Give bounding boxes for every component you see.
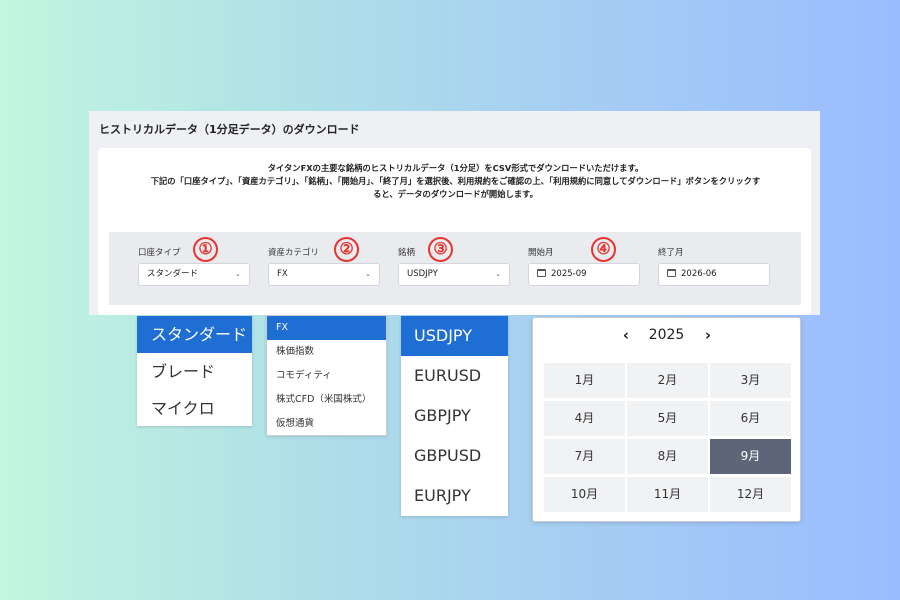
dropdown-option[interactable]: GBPJPY [401, 396, 508, 436]
asset-category-select[interactable]: FX ⌄ [268, 263, 380, 286]
end-month-input[interactable]: 2026-06 [658, 263, 770, 286]
end-month-field: 終了月 2026-06 [658, 247, 770, 286]
dropdown-option[interactable]: スタンダード [137, 316, 252, 353]
asset-category-field: 資産カテゴリ FX ⌄ [268, 247, 380, 286]
step-badge-1: ① [193, 237, 218, 262]
historical-data-panel: ヒストリカルデータ（1分足データ）のダウンロード タイタンFXの主要な銘柄のヒス… [89, 111, 820, 315]
symbol-select[interactable]: USDJPY ⌄ [398, 263, 510, 286]
month-cell-selected[interactable]: 9月 [710, 439, 791, 474]
month-cell[interactable]: 11月 [627, 477, 708, 512]
calendar-icon [667, 269, 676, 277]
end-month-label: 終了月 [658, 248, 684, 258]
month-grid: 1月 2月 3月 4月 5月 6月 7月 8月 9月 10月 11月 12月 [544, 363, 791, 512]
symbol-field: 銘柄 USDJPY ⌄ [398, 247, 510, 286]
dropdown-option[interactable]: 株価指数 [267, 340, 386, 364]
intro-text: タイタンFXの主要な銘柄のヒストリカルデータ（1分足）をCSV形式でダウンロード… [108, 162, 803, 201]
month-cell[interactable]: 1月 [544, 363, 625, 398]
step-badge-3: ③ [428, 237, 453, 262]
chevron-down-icon: ⌄ [495, 270, 501, 278]
start-month-value: 2025-09 [551, 269, 587, 279]
dropdown-option[interactable]: GBPUSD [401, 436, 508, 476]
dropdown-option[interactable]: USDJPY [401, 316, 508, 356]
start-month-label: 開始月 [528, 248, 554, 258]
symbol-value: USDJPY [407, 269, 438, 279]
panel-content: タイタンFXの主要な銘柄のヒストリカルデータ（1分足）をCSV形式でダウンロード… [98, 148, 811, 315]
chevron-down-icon: ⌄ [235, 270, 241, 278]
dropdown-option[interactable]: コモディティ [267, 364, 386, 388]
asset-category-label: 資産カテゴリ [268, 248, 320, 258]
dropdown-option[interactable]: EURUSD [401, 356, 508, 396]
asset-category-value: FX [277, 269, 288, 279]
start-month-field: 開始月 2025-09 [528, 247, 640, 286]
month-cell[interactable]: 6月 [710, 401, 791, 436]
chevron-right-icon[interactable]: › [699, 326, 717, 344]
account-type-value: スタンダード [147, 269, 199, 279]
symbol-dropdown: USDJPY EURUSD GBPJPY GBPUSD EURJPY [401, 316, 508, 516]
dropdown-option[interactable]: 株式CFD（米国株式） [267, 388, 386, 412]
account-type-dropdown: スタンダード ブレード マイクロ [137, 316, 252, 426]
step-badge-2: ② [334, 237, 359, 262]
chevron-left-icon[interactable]: ‹ [617, 326, 635, 344]
month-cell[interactable]: 8月 [627, 439, 708, 474]
dropdown-option[interactable]: マイクロ [137, 390, 252, 427]
month-cell[interactable]: 3月 [710, 363, 791, 398]
intro-line-3: ると、データのダウンロードが開始します。 [373, 189, 538, 199]
step-badge-4: ④ [591, 237, 616, 262]
intro-line-2: 下記の「口座タイプ」、「資産カテゴリ」、「銘柄」、「開始月」、「終了月」を選択後… [150, 176, 761, 186]
intro-line-1: タイタンFXの主要な銘柄のヒストリカルデータ（1分足）をCSV形式でダウンロード… [267, 163, 644, 173]
month-cell[interactable]: 10月 [544, 477, 625, 512]
month-picker-header: 2025 ‹ › [533, 318, 800, 356]
dropdown-option[interactable]: EURJPY [401, 476, 508, 516]
symbol-label: 銘柄 [398, 248, 416, 258]
month-cell[interactable]: 4月 [544, 401, 625, 436]
end-month-value: 2026-06 [681, 269, 717, 279]
calendar-icon [537, 269, 546, 277]
account-type-select[interactable]: スタンダード ⌄ [138, 263, 250, 286]
dropdown-option[interactable]: FX [267, 316, 386, 340]
panel-title: ヒストリカルデータ（1分足データ）のダウンロード [99, 123, 360, 136]
start-month-input[interactable]: 2025-09 [528, 263, 640, 286]
picker-year: 2025 [648, 327, 685, 343]
dropdown-option[interactable]: ブレード [137, 353, 252, 390]
month-cell[interactable]: 2月 [627, 363, 708, 398]
asset-category-dropdown: FX 株価指数 コモディティ 株式CFD（米国株式） 仮想通貨 [266, 315, 387, 436]
chevron-down-icon: ⌄ [365, 270, 371, 278]
dropdown-option[interactable]: 仮想通貨 [267, 412, 386, 436]
month-picker: 2025 ‹ › 1月 2月 3月 4月 5月 6月 7月 8月 9月 10月 … [532, 317, 801, 522]
month-cell[interactable]: 12月 [710, 477, 791, 512]
month-cell[interactable]: 7月 [544, 439, 625, 474]
month-cell[interactable]: 5月 [627, 401, 708, 436]
